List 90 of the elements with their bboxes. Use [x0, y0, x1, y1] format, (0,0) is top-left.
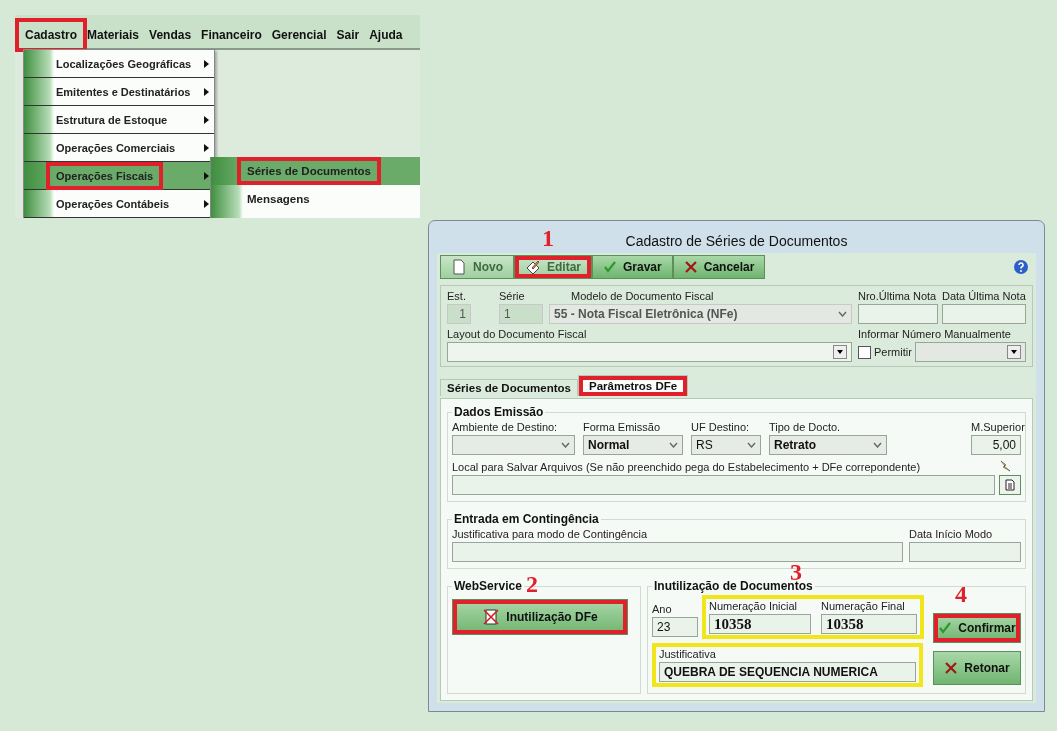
tab[interactable]: Parâmetros DFe	[578, 375, 689, 396]
menu-entry-label: Séries de Documentos	[237, 157, 381, 185]
toolbar-button[interactable]: Gravar	[592, 255, 673, 279]
field-label: Data Início Modo	[909, 528, 994, 540]
crossed-document-icon	[482, 608, 501, 626]
field-label: Local para Salvar Arquivos (Se não preenchido pega do Estabelecimento + DFe correpondente)	[452, 461, 922, 473]
group-title: WebService	[453, 579, 523, 593]
field-label: Tipo de Docto.	[769, 421, 842, 433]
submenu-arrow-icon	[204, 59, 209, 68]
tab[interactable]: Séries de Documentos	[440, 379, 578, 396]
field-label: Data Última Nota	[942, 290, 1026, 302]
field-label: Forma Emissão	[583, 421, 662, 433]
field-label: Numeração Inicial	[709, 600, 799, 612]
pencil-icon	[525, 259, 541, 275]
chevron-icon	[747, 442, 756, 448]
submenu-arrow-icon	[204, 87, 209, 96]
input-field[interactable]: 1	[447, 304, 471, 324]
close-icon	[944, 661, 959, 675]
select-field[interactable]: Retrato	[769, 435, 887, 455]
input-field[interactable]: 23	[652, 617, 698, 637]
step-number: 2	[526, 571, 538, 598]
menu-entry-label: Localizações Geográficas	[55, 56, 193, 72]
check-icon	[938, 621, 953, 635]
checkbox[interactable]	[858, 345, 871, 359]
step-number: 1	[542, 225, 554, 252]
chevron-icon	[873, 442, 882, 448]
select-field[interactable]: RS	[691, 435, 761, 455]
action-button[interactable]: Confirmar	[933, 613, 1021, 643]
menu-entry-label: Mensagens	[246, 192, 311, 207]
menu-entry-label: Operações Contábeis	[55, 196, 171, 212]
menu-entry-label: Operações Fiscais	[46, 161, 164, 190]
document-icon	[1004, 479, 1016, 491]
input-field[interactable]	[942, 304, 1026, 324]
field-label: Justificativa para modo de Contingência	[452, 528, 649, 540]
group-label: Informar Número Manualmente	[858, 328, 1012, 340]
submenu-arrow-icon	[204, 171, 209, 180]
browse-button[interactable]	[999, 475, 1021, 495]
dropdown-icon	[833, 345, 847, 359]
dropdown-icon	[1007, 345, 1021, 359]
field-label: UF Destino:	[691, 421, 751, 433]
inutilizacao-button[interactable]: Inutilização DFe	[452, 599, 628, 635]
field-label: Série	[499, 290, 526, 302]
checkbox-label: Permitir	[874, 346, 912, 358]
field-label: Justificativa	[659, 648, 717, 660]
field-label: Ambiente de Destino:	[452, 421, 559, 433]
menu-entry[interactable]: Séries de Documentos	[211, 157, 420, 185]
toolbar-button[interactable]: Cancelar	[672, 255, 766, 279]
group-title: Dados Emissão	[453, 405, 545, 419]
input-field[interactable]: 5,00	[971, 435, 1021, 455]
menu-entry[interactable]: Estrutura de Estoque	[24, 106, 214, 134]
field-label: Modelo de Documento Fiscal	[571, 290, 715, 302]
select-field[interactable]	[447, 342, 852, 362]
input-field[interactable]: 10358	[709, 614, 811, 634]
input-field[interactable]: 1	[499, 304, 543, 324]
field-label: Nro.Última Nota	[858, 290, 938, 302]
page-icon	[451, 259, 467, 275]
menu-entry-label: Estrutura de Estoque	[55, 112, 169, 128]
input-field[interactable]	[858, 304, 938, 324]
menu-entry-label: Operações Comerciais	[55, 140, 177, 156]
select-field[interactable]	[452, 435, 575, 455]
menu-entry-label: Emitentes e Destinatários	[55, 84, 192, 100]
select-field[interactable]	[914, 342, 1026, 362]
field-label: Est.	[447, 290, 467, 302]
input-field[interactable]	[452, 542, 903, 562]
menu-entry[interactable]: Mensagens	[211, 185, 420, 213]
help-icon[interactable]	[1013, 259, 1029, 275]
input-field[interactable]: QUEBRA DE SEQUENCIA NUMERICA	[659, 662, 916, 682]
field-label: Ano	[652, 603, 673, 615]
input-field[interactable]	[452, 475, 995, 495]
check-icon	[603, 260, 617, 274]
lightning-icon	[999, 459, 1013, 473]
chevron-icon	[561, 442, 570, 448]
submenu-arrow-icon	[204, 115, 209, 124]
close-icon	[683, 260, 698, 274]
group-title: Entrada em Contingência	[453, 512, 600, 526]
select-field[interactable]: Normal	[583, 435, 683, 455]
input-field[interactable]: 10358	[821, 614, 917, 634]
window-title: Cadastro de Séries de Documentos	[625, 233, 848, 249]
field-label: Numeração Final	[821, 600, 906, 612]
submenu-arrow-icon	[204, 143, 209, 152]
step-number: 4	[955, 581, 967, 608]
menu-entry[interactable]: Emitentes e Destinatários	[24, 78, 214, 106]
chevron-icon	[838, 311, 847, 317]
submenu-arrow-icon	[204, 199, 209, 208]
input-field[interactable]	[909, 542, 1021, 562]
group-title: Inutilização de Documentos	[653, 579, 814, 593]
chevron-icon	[669, 442, 678, 448]
menu-entry[interactable]: Localizações Geográficas	[24, 50, 214, 78]
action-button[interactable]: Retonar	[933, 651, 1021, 685]
field-label: Layout do Documento Fiscal	[447, 328, 588, 340]
